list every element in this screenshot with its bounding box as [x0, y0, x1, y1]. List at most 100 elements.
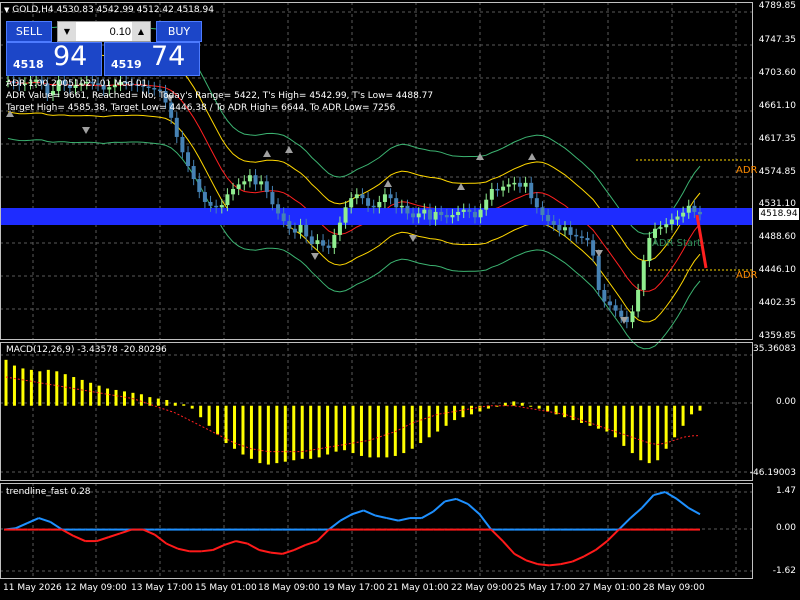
candle-body: [523, 182, 528, 187]
trendline-positive-segment: [363, 509, 376, 517]
candle-body: [202, 192, 207, 202]
macd-bar: [478, 405, 482, 412]
price-tick: 4617.35: [758, 134, 796, 144]
candle-body: [292, 228, 297, 233]
price-tick: 4747.35: [758, 35, 796, 45]
candle-body: [399, 205, 404, 208]
macd-bar: [461, 405, 465, 418]
fractal-arrow-icon: [311, 253, 319, 260]
candle-body: [596, 255, 601, 290]
macd-bar: [537, 405, 541, 409]
candle-body: [360, 194, 365, 199]
macd-label: MACD(12,26,9) -3.43578 -20.80296: [6, 345, 167, 355]
candle-body: [636, 289, 641, 312]
candle-body: [259, 181, 264, 185]
candle-body: [551, 221, 556, 225]
candle-body: [529, 182, 534, 199]
buy-price-box[interactable]: 4519 74: [104, 41, 200, 76]
volume-input[interactable]: [77, 22, 135, 41]
trendline-negative-segment: [96, 536, 109, 543]
macd-tick: -46.19003: [749, 468, 796, 478]
adr-high-label: ADR: [736, 165, 758, 176]
candle-body: [382, 194, 387, 202]
macd-bar: [55, 371, 59, 406]
trendline-positive-segment: [444, 497, 457, 503]
candle-body: [698, 211, 702, 215]
macd-bar: [317, 405, 321, 458]
buy-button[interactable]: BUY: [156, 21, 202, 42]
candle-body: [630, 311, 635, 323]
sell-button[interactable]: SELL: [6, 21, 52, 42]
volume-control: ▼ ▲: [57, 21, 151, 42]
price-tick: 4402.35: [758, 298, 796, 308]
candle-body: [354, 194, 359, 199]
candle-body: [416, 213, 421, 218]
trendline-positive-segment: [676, 498, 690, 509]
time-tick: 11 May 2026: [3, 583, 62, 593]
macd-bar: [106, 388, 110, 406]
price-tick: 4574.85: [758, 167, 796, 177]
candle-body: [377, 201, 382, 208]
candle-body: [534, 198, 539, 208]
candle-body: [180, 136, 185, 153]
trendline-negative-segment: [606, 528, 620, 542]
pane-border: [0, 483, 753, 579]
candle-body: [641, 260, 646, 290]
macd-tick: 35.36083: [753, 344, 796, 354]
candle-body: [467, 209, 472, 212]
sell-price-box[interactable]: 4518 94: [6, 41, 102, 76]
macd-bar: [647, 405, 651, 464]
macd-bar: [258, 405, 262, 464]
candle-body: [231, 188, 236, 195]
trendline-positive-segment: [328, 519, 342, 531]
candle-body: [247, 175, 252, 182]
envelope-outer-lower: [7, 138, 701, 350]
macd-bar: [453, 405, 457, 421]
fractal-arrow-icon: [457, 183, 465, 190]
candle-body: [489, 188, 494, 200]
candle-body: [337, 222, 342, 235]
price-tick: 4661.10: [758, 101, 796, 111]
trendline-negative-segment: [513, 552, 527, 562]
macd-bar: [681, 405, 685, 426]
macd-bar: [376, 405, 380, 458]
macd-bar: [29, 369, 33, 406]
trendline-negative-segment: [594, 540, 608, 551]
trendline-positive-segment: [15, 522, 28, 530]
symbol-title-text: GOLD,H4 4530.83 4542.99 4512.42 4518.94: [12, 5, 214, 15]
candle-body: [281, 213, 286, 222]
candle-body: [287, 221, 292, 229]
macd-bar: [630, 405, 634, 454]
candle-body: [270, 192, 275, 205]
candle-body: [686, 205, 691, 213]
candle-body: [197, 179, 202, 193]
candle-body: [444, 214, 449, 218]
volume-increase-button[interactable]: ▲: [132, 22, 150, 41]
trendline-negative-segment: [305, 540, 318, 546]
candle-body: [658, 227, 663, 229]
trendline-positive-segment: [38, 517, 51, 523]
trendline-negative-segment: [490, 528, 504, 542]
candle-body: [461, 209, 466, 212]
adr-target-band: [0, 208, 752, 225]
trendline-negative-segment: [235, 540, 248, 545]
macd-bar: [173, 402, 177, 406]
volume-decrease-button[interactable]: ▼: [58, 22, 76, 41]
macd-bar: [199, 405, 203, 418]
candle-body: [652, 228, 657, 238]
trendline-negative-segment: [224, 540, 237, 546]
macd-bar: [207, 405, 211, 426]
macd-bar: [38, 371, 42, 406]
macd-bar: [622, 405, 626, 446]
trendline-negative-segment: [108, 532, 121, 539]
buy-price-small: 4519: [111, 58, 142, 71]
macd-bar: [385, 405, 389, 458]
macd-bar: [241, 405, 245, 455]
candle-body: [568, 227, 573, 235]
time-tick: 22 May 09:00: [451, 583, 513, 593]
macd-bar: [427, 405, 431, 438]
price-tick: 4703.60: [758, 68, 796, 78]
macd-bar: [12, 365, 16, 406]
candle-body: [664, 224, 669, 228]
candle-body: [484, 199, 489, 210]
